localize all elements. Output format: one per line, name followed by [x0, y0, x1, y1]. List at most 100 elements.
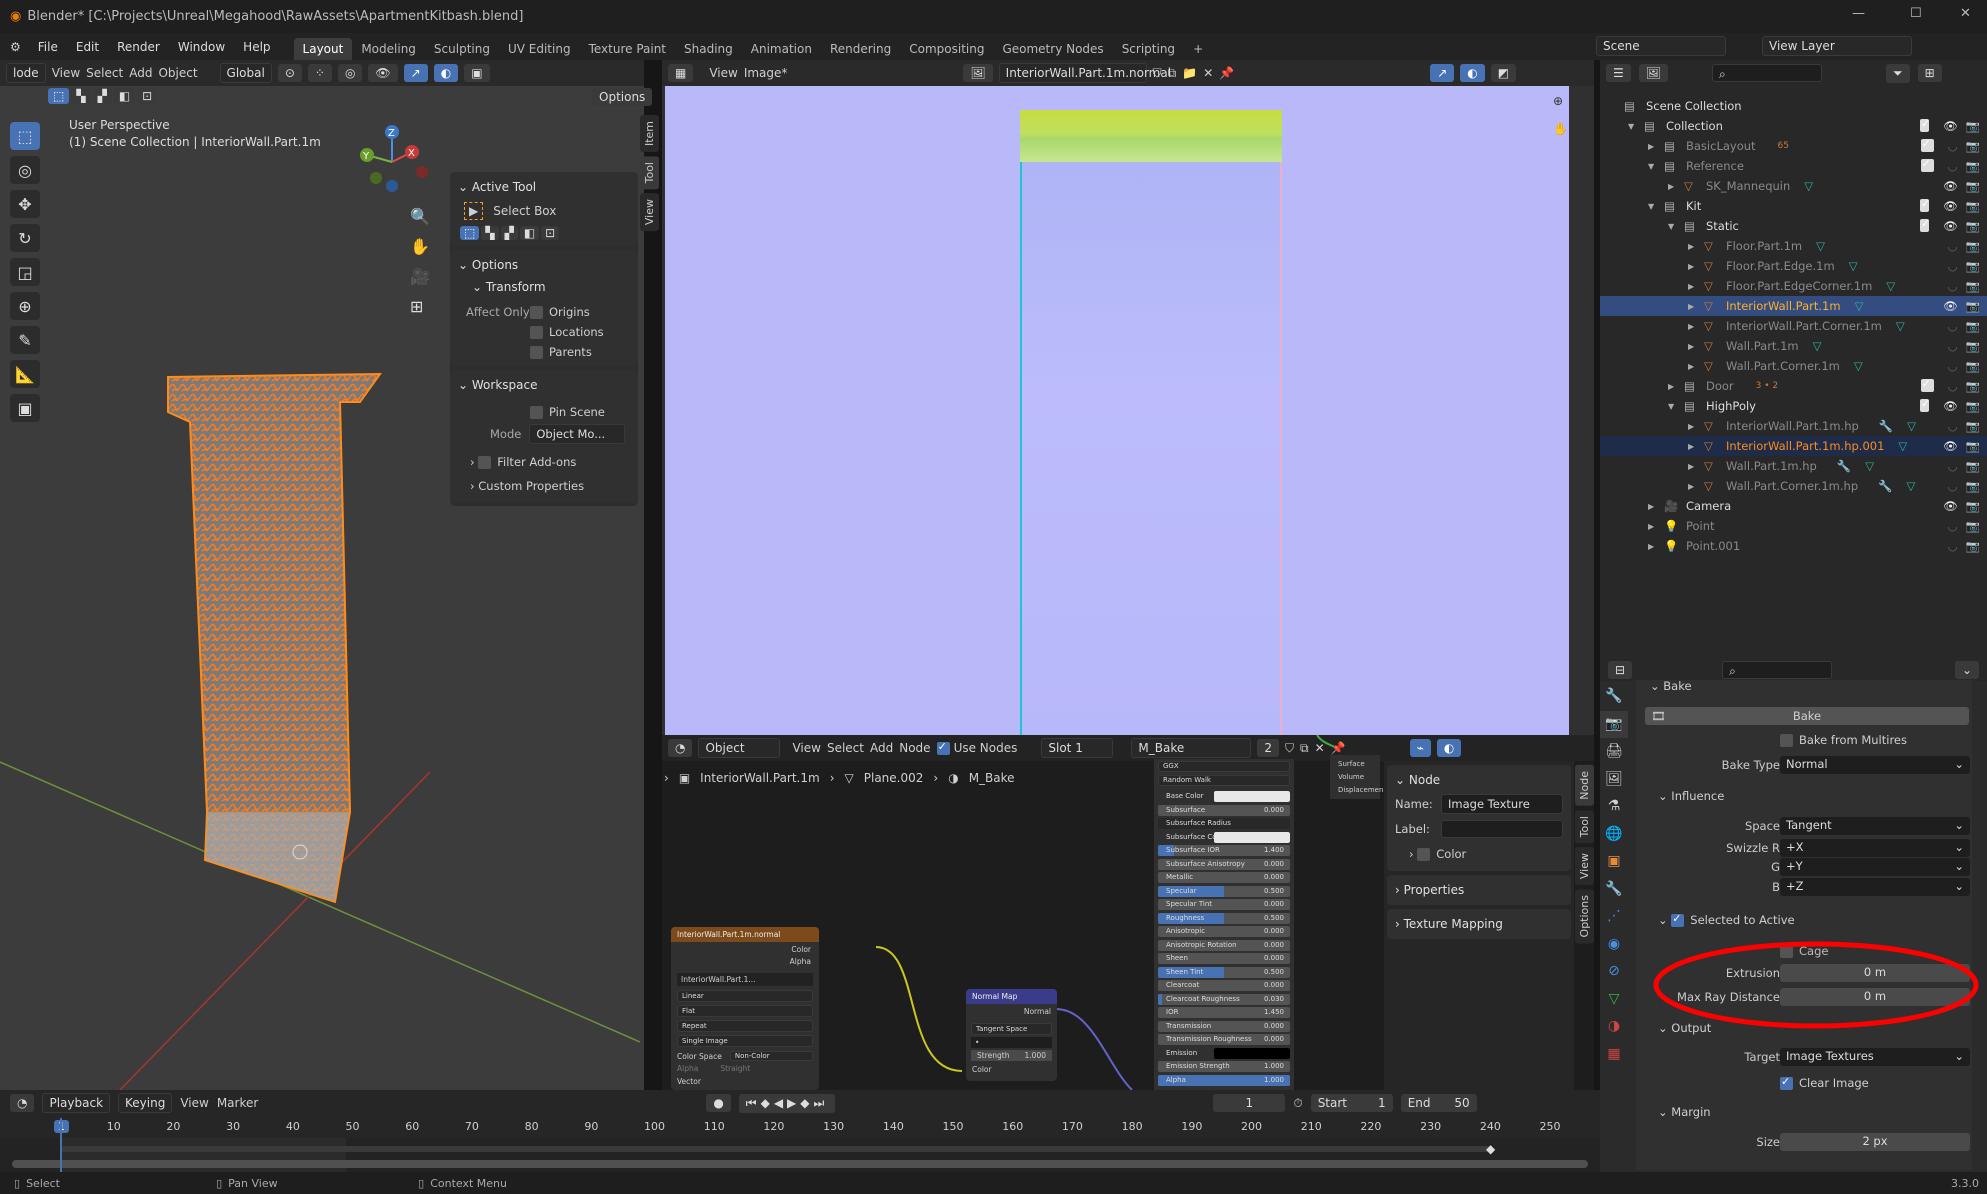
swizzle-g-dropdown[interactable]: +Y ⌄ — [1780, 858, 1970, 876]
normal-map-node[interactable]: Normal Map Normal Tangent Space • Streng… — [966, 989, 1057, 1081]
render-tab-icon[interactable]: 📷 — [1600, 710, 1628, 738]
bsdf-input-subsurface-anisotropy[interactable]: Subsurface Anisotropy 0.000 — [1158, 858, 1290, 870]
timeline[interactable]: ◔ Playback Keying View Marker ● ⏮◆◀▶◆⏭ 1… — [0, 1090, 1600, 1172]
pan-hand-icon[interactable]: ✋ — [410, 232, 430, 262]
image-node-title[interactable]: InteriorWall.Part.1m.normal — [671, 927, 819, 942]
keyframe-end-icon[interactable]: ◆ — [1486, 1142, 1495, 1156]
tab-tool[interactable]: Tool — [640, 156, 659, 190]
workspace-header[interactable]: ⌄ Workspace — [450, 374, 638, 396]
options-dropdown[interactable]: Options — [592, 88, 653, 106]
expand-right-icon[interactable]: ▶ — [1688, 342, 1704, 351]
zoom-icon[interactable]: 🔍 — [410, 202, 430, 232]
bake-multires-row[interactable]: Bake from Multires — [1780, 733, 1907, 747]
eye-open-icon[interactable]: 👁 — [1943, 499, 1958, 513]
annotate-tool-icon[interactable]: ✎ — [10, 326, 40, 354]
rotate-tool-icon[interactable]: ↻ — [10, 224, 40, 252]
outliner-item[interactable]: ▶ ▽ InteriorWall.Part.1m ▽ 👁 📷 — [1600, 296, 1987, 316]
image-texture-node[interactable]: InteriorWall.Part.1m.normal Color Alpha … — [671, 927, 819, 1090]
bsdf-input-subsurface-colo[interactable]: Subsurface Colo — [1158, 831, 1290, 843]
image-editor[interactable]: ▦ View Image* 🖼 InteriorWall.Part.1m.nor… — [662, 60, 1594, 735]
filter-icon[interactable]: ⏷ — [1886, 63, 1910, 83]
active-tool-header[interactable]: ⌄ Active Tool — [450, 176, 638, 198]
exclude-checkbox[interactable] — [1920, 157, 1934, 172]
eye-open-icon[interactable]: 👁 — [1943, 199, 1958, 213]
pin-scene-checkbox[interactable] — [530, 406, 543, 419]
object-tab-icon[interactable]: ▣ — [1600, 848, 1628, 876]
tab-workspace-scripting[interactable]: Scripting — [1113, 38, 1184, 60]
tool-tab-icon[interactable]: 🔧 — [1600, 683, 1628, 711]
modifier-tab-icon[interactable]: 🔧 — [1600, 876, 1628, 904]
eye-closed-icon[interactable]: ◡ — [1948, 259, 1958, 273]
outliner-item[interactable]: ▶ ▽ Wall.Part.1m.hp 🔧 ▽ ◡ 📷 — [1600, 456, 1987, 476]
tab-view[interactable]: View — [640, 193, 659, 232]
normal-space-dropdown[interactable]: Tangent Space — [971, 1023, 1052, 1035]
bsdf-input-subsurface-ior[interactable]: Subsurface IOR 1.400 — [1158, 845, 1290, 856]
tab-node[interactable]: Node — [1575, 765, 1594, 806]
render-camera-icon[interactable]: 📷 — [1966, 259, 1980, 273]
select-invert-icon[interactable]: ◧ — [113, 88, 136, 104]
render-camera-icon[interactable]: 📷 — [1966, 459, 1980, 473]
editor-type-icon[interactable]: ▦ — [668, 64, 694, 82]
render-camera-icon[interactable]: 📷 — [1966, 359, 1980, 373]
alpha-mode-dropdown[interactable]: Straight — [720, 1064, 750, 1073]
outliner-item[interactable]: ▶ ▽ SK_Mannequin ▽ 👁 📷 — [1600, 176, 1987, 196]
keyframe-area[interactable]: ◆ — [0, 1138, 1600, 1172]
outliner-item[interactable]: ▶ ▽ Wall.Part.1m ▽ ◡ 📷 — [1600, 336, 1987, 356]
image-browse-icon[interactable]: 🖼 — [963, 64, 993, 82]
outliner-item[interactable]: ▶ ▽ InteriorWall.Part.Corner.1m ▽ ◡ 📷 — [1600, 316, 1987, 336]
data-tab-icon[interactable]: ▽ — [1600, 986, 1628, 1014]
expand-right-icon[interactable]: ▶ — [1648, 542, 1664, 551]
eye-open-icon[interactable]: 👁 — [1943, 439, 1958, 453]
bsdf-input-sheen[interactable]: Sheen 0.000 — [1158, 953, 1290, 964]
outliner-item[interactable]: ▶ 🎥 Camera 👁 📷 — [1600, 496, 1987, 516]
texture-mapping-header[interactable]: › Texture Mapping — [1387, 913, 1571, 935]
outliner-filter-view-icon[interactable]: 🖼 — [1638, 64, 1668, 82]
mode-and-icon[interactable]: ⊡ — [541, 226, 560, 240]
tab-workspace--[interactable]: + — [1184, 38, 1212, 60]
orientation-dropdown[interactable]: Global — [219, 63, 272, 83]
bsdf-input-specular-tint[interactable]: Specular Tint 0.000 — [1158, 899, 1290, 910]
expand-down-icon[interactable]: ▼ — [1648, 202, 1664, 211]
tab-workspace-uv-editing[interactable]: UV Editing — [499, 38, 580, 60]
outliner-item[interactable]: ▼▤ Kit 👁 📷 — [1600, 196, 1987, 216]
menu-window[interactable]: Window — [171, 37, 232, 57]
auto-keying-icon[interactable]: ● — [706, 1094, 731, 1112]
fake-user-icon[interactable]: ⛉ — [1153, 66, 1162, 81]
eye-open-icon[interactable]: 👁 — [1943, 399, 1958, 413]
eye-closed-icon[interactable]: ◡ — [1948, 379, 1958, 393]
outliner-item[interactable]: ▼▤ HighPoly 👁 📷 — [1600, 396, 1987, 416]
viewport-menu-object[interactable]: Object — [158, 66, 197, 80]
custom-properties-row[interactable]: › Custom Properties — [470, 474, 638, 498]
scene-selector[interactable]: Scene View Layer — [1596, 36, 1912, 56]
outliner-item[interactable]: ▤ Scene Collection — [1600, 96, 1987, 116]
node-color-row[interactable]: › Color — [1387, 841, 1571, 867]
scale-tool-icon[interactable]: ◲ — [10, 258, 40, 286]
render-camera-icon[interactable]: 📷 — [1966, 319, 1980, 333]
gizmo-toggle-icon[interactable]: ↗ — [403, 64, 428, 82]
render-camera-icon[interactable]: 📷 — [1966, 399, 1980, 413]
space-dropdown[interactable]: Tangent ⌄ — [1780, 817, 1970, 835]
outliner-item[interactable]: ▶ ▽ Floor.Part.Edge.1m ▽ ◡ 📷 — [1600, 256, 1987, 276]
pivot-icon[interactable]: ⊙ — [277, 64, 302, 82]
viewport-menu-view[interactable]: View — [52, 66, 80, 80]
expand-right-icon[interactable]: ▶ — [1648, 142, 1664, 151]
color-space-dropdown[interactable]: Non-Color — [729, 1051, 813, 1061]
cursor-tool-icon[interactable]: ◎ — [10, 156, 40, 184]
render-camera-icon[interactable]: 📷 — [1966, 499, 1980, 513]
interpolation-dropdown[interactable]: Linear — [677, 990, 813, 1002]
target-dropdown[interactable]: Image Textures ⌄ — [1780, 1048, 1970, 1066]
eye-closed-icon[interactable]: ◡ — [1948, 519, 1958, 533]
timeline-scrollbar[interactable] — [12, 1160, 1588, 1168]
bake-type-dropdown[interactable]: Normal ⌄ — [1780, 756, 1970, 774]
exclude-checkbox[interactable] — [1920, 217, 1930, 232]
timeline-menu-view[interactable]: View — [180, 1096, 208, 1110]
properties-type-icon[interactable]: ⊟ — [1608, 661, 1633, 679]
shader-node-editor[interactable]: ◔ Object View Select Add Node Use Nodes … — [662, 735, 1594, 1090]
render-camera-icon[interactable]: 📷 — [1966, 179, 1980, 193]
end-frame-field[interactable]: End 50 — [1400, 1094, 1477, 1112]
bsdf-input-metallic[interactable]: Metallic 0.000 — [1158, 872, 1290, 883]
eye-closed-icon[interactable]: ◡ — [1948, 139, 1958, 153]
node-properties-header[interactable]: › Properties — [1387, 879, 1571, 901]
expand-right-icon[interactable]: ▶ — [1688, 242, 1704, 251]
render-camera-icon[interactable]: 📷 — [1966, 239, 1980, 253]
